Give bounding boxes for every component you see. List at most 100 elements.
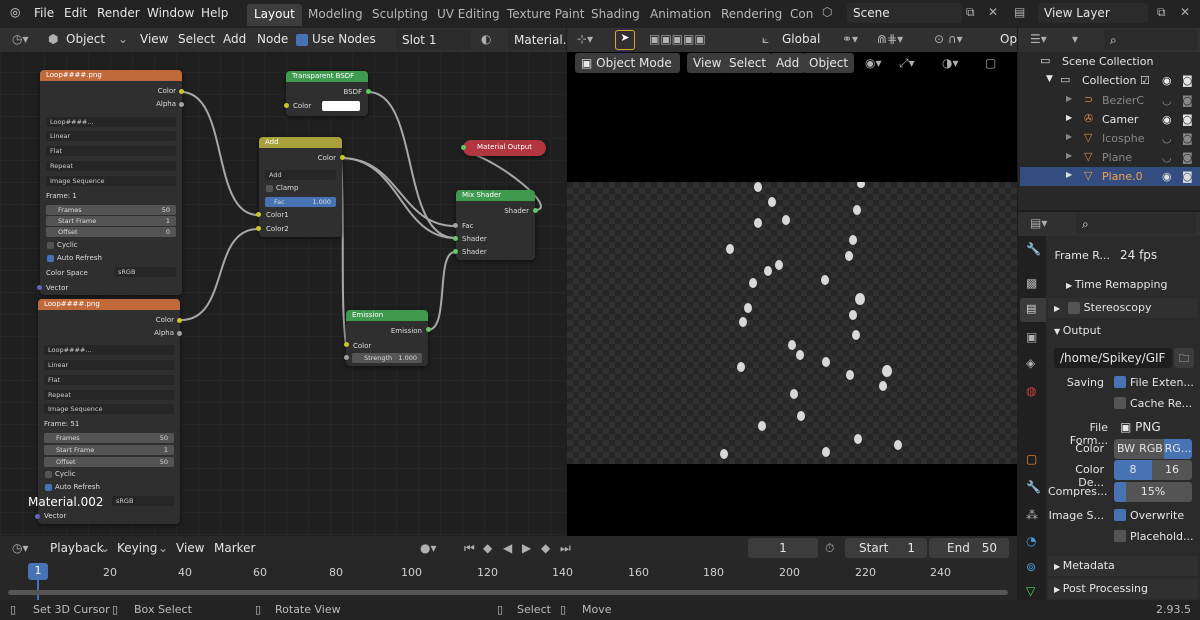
outliner-item[interactable]: ▶ ⊃ BezierC ◡ ◙ bbox=[1020, 91, 1200, 110]
img2-color-socket[interactable] bbox=[177, 318, 182, 323]
image-file-select[interactable]: Loop####... bbox=[44, 345, 174, 355]
offset-field[interactable]: Offset 50 bbox=[44, 457, 174, 467]
view-layer-tab-icon[interactable]: ▣ bbox=[1026, 330, 1037, 344]
tab-shading[interactable]: Shading bbox=[584, 4, 647, 26]
start-frame-field[interactable]: Start Frame 1 bbox=[44, 445, 174, 455]
outliner-item[interactable]: ▶ ▽ Plane ◡ ◙ bbox=[1020, 148, 1200, 167]
img2-vector-socket[interactable] bbox=[35, 514, 40, 519]
camera-render-icon[interactable]: ◙ bbox=[1182, 132, 1193, 145]
prev-keyframe-icon[interactable]: ◆ bbox=[483, 541, 492, 555]
play-reverse-icon[interactable]: ◀ bbox=[503, 541, 512, 555]
camera-render-icon[interactable]: ◙ bbox=[1182, 94, 1193, 107]
eye-icon[interactable]: ◉ bbox=[1162, 113, 1172, 126]
filter-icon[interactable]: ▾ bbox=[1072, 32, 1078, 46]
image-texture-node-2[interactable]: Loop####.png Color Alpha Loop####... Lin… bbox=[38, 299, 180, 524]
stopwatch-icon[interactable]: ⏱ bbox=[825, 541, 834, 556]
select-tool-icon[interactable]: ➤ bbox=[615, 30, 635, 50]
eye-icon[interactable]: ◉ bbox=[1162, 74, 1172, 87]
copy-scene-icon[interactable]: ⧉ bbox=[966, 5, 975, 20]
transform-orientation-select[interactable]: Global bbox=[782, 32, 820, 46]
outliner-collection[interactable]: ▼ ▭ Collection ☑ ◉ ◙ bbox=[1020, 71, 1200, 90]
camera-render-icon[interactable]: ◙ bbox=[1182, 74, 1193, 87]
xray-icon[interactable]: ▢ bbox=[985, 56, 996, 70]
menu-playback[interactable]: Playback bbox=[50, 541, 104, 555]
render-tab-icon[interactable]: ▩ bbox=[1026, 276, 1037, 290]
material-output-node[interactable]: Material Output bbox=[463, 140, 546, 156]
cyclic-checkbox[interactable] bbox=[47, 242, 54, 249]
transparent-bsdf-node[interactable]: Transparent BSDF BSDF Color bbox=[286, 71, 368, 116]
outliner-scene-collection[interactable]: ▭ Scene Collection bbox=[1020, 52, 1200, 71]
color-rgb-button[interactable]: RGB bbox=[1138, 439, 1164, 459]
emission-output-socket[interactable] bbox=[426, 327, 431, 332]
timeline-editor-icon[interactable]: ◷▾ bbox=[12, 541, 29, 555]
color-swatch[interactable] bbox=[322, 101, 360, 111]
mix-shader-node[interactable]: Mix Shader Shader Fac Shader Shader bbox=[456, 190, 535, 260]
end-frame-field[interactable]: End 50 bbox=[929, 538, 1009, 558]
physics-tab-icon[interactable]: ◔ bbox=[1026, 534, 1036, 548]
play-icon[interactable]: ▶ bbox=[522, 541, 531, 555]
outliner-item[interactable]: ▶ ▽ Icosphe ◡ ◙ bbox=[1020, 129, 1200, 148]
select-mode-icons[interactable]: ▣▣▣▣▣ bbox=[649, 32, 706, 46]
world-tab-icon[interactable]: ◍ bbox=[1026, 384, 1036, 398]
cache-result-checkbox[interactable] bbox=[1114, 397, 1126, 409]
output-panel[interactable]: ▼ Output bbox=[1048, 321, 1198, 341]
time-remapping-panel[interactable]: ▶ Time Remapping bbox=[1066, 278, 1167, 291]
depth-16-button[interactable]: 16 bbox=[1152, 460, 1192, 480]
compression-slider[interactable]: 15% bbox=[1114, 482, 1192, 502]
clamp-checkbox[interactable] bbox=[266, 185, 273, 192]
jump-end-icon[interactable]: ⏭ bbox=[560, 541, 571, 556]
outliner-type-icon[interactable]: ☰▾ bbox=[1030, 32, 1047, 46]
transparent-color-socket[interactable] bbox=[284, 103, 289, 108]
projection-select[interactable]: Flat bbox=[44, 375, 174, 385]
menu-view[interactable]: View bbox=[687, 53, 728, 73]
color-bw-button[interactable]: BW bbox=[1114, 439, 1138, 459]
transparent-bsdf-socket[interactable] bbox=[366, 89, 371, 94]
current-frame-field[interactable]: 1 bbox=[748, 538, 818, 558]
gizmo-icon[interactable]: ⤢▾ bbox=[899, 56, 915, 71]
extension-select[interactable]: Repeat bbox=[46, 161, 176, 171]
source-select[interactable]: Image Sequence bbox=[46, 176, 176, 186]
menu-add[interactable]: Add bbox=[770, 53, 806, 73]
snap-icon[interactable]: ⋒⋕▾ bbox=[877, 32, 903, 46]
object-tab-icon[interactable]: ▢ bbox=[1026, 452, 1037, 466]
expand-icon[interactable]: ▼ bbox=[1046, 74, 1053, 84]
stereoscopy-checkbox[interactable] bbox=[1068, 302, 1080, 314]
projection-select[interactable]: Flat bbox=[46, 146, 176, 156]
strength-field[interactable]: Strength 1.000 bbox=[352, 353, 422, 363]
expand-icon[interactable]: ▶ bbox=[1066, 113, 1072, 122]
camera-render-icon[interactable]: ◙ bbox=[1182, 151, 1193, 164]
frames-field[interactable]: Frames 50 bbox=[44, 433, 174, 443]
properties-search-input[interactable]: ⌕ bbox=[1076, 214, 1196, 234]
color-rgba-button[interactable]: RG... bbox=[1164, 439, 1192, 459]
extension-select[interactable]: Repeat bbox=[44, 390, 174, 400]
properties-type-icon[interactable]: ▤▾ bbox=[1030, 216, 1047, 230]
image-file-select[interactable]: Loop####... bbox=[46, 117, 176, 127]
mix-shader2-socket[interactable] bbox=[453, 249, 458, 254]
overlay-icon[interactable]: ◑▾ bbox=[942, 56, 959, 70]
fac-field[interactable]: Fac 1.000 bbox=[265, 197, 336, 207]
img1-vector-socket[interactable] bbox=[37, 285, 42, 290]
menu-view[interactable]: View bbox=[176, 541, 204, 555]
output-tab-icon[interactable]: ▤ bbox=[1020, 298, 1046, 322]
outliner-item[interactable]: ▶ ✇ Camer ◉ ◙ bbox=[1020, 110, 1200, 129]
editor-type-icon[interactable]: ⊹▾ bbox=[577, 32, 593, 46]
view-layer-icon[interactable]: ▤ bbox=[1014, 5, 1025, 19]
expand-icon[interactable]: ▶ bbox=[1066, 170, 1072, 179]
data-tab-icon[interactable]: ▽ bbox=[1026, 584, 1035, 598]
mix-fac-socket[interactable] bbox=[453, 223, 458, 228]
outliner-item-selected[interactable]: ▶ ▽ Plane.0 ◉ ◙ bbox=[1020, 167, 1200, 186]
scene-tab-icon[interactable]: ◈ bbox=[1026, 356, 1035, 370]
folder-icon[interactable]: 🗀 bbox=[1174, 348, 1194, 368]
interpolation-select[interactable]: Linear bbox=[46, 131, 176, 141]
post-processing-panel[interactable]: ▶ Post Processing bbox=[1048, 579, 1198, 599]
color-space-select[interactable]: sRGB bbox=[114, 267, 176, 277]
collection-checkbox-icon[interactable]: ☑ bbox=[1140, 74, 1150, 87]
jump-start-icon[interactable]: ⏮ bbox=[464, 541, 475, 556]
tab-animation[interactable]: Animation bbox=[643, 4, 718, 26]
options-menu[interactable]: Op bbox=[1000, 32, 1017, 46]
offset-field[interactable]: Offset 0 bbox=[46, 227, 176, 237]
scene-icon[interactable]: ⬡ bbox=[822, 5, 832, 19]
file-extensions-checkbox[interactable] bbox=[1114, 376, 1126, 388]
menu-keying[interactable]: Keying bbox=[117, 541, 157, 555]
particles-tab-icon[interactable]: ⁂ bbox=[1026, 508, 1038, 522]
